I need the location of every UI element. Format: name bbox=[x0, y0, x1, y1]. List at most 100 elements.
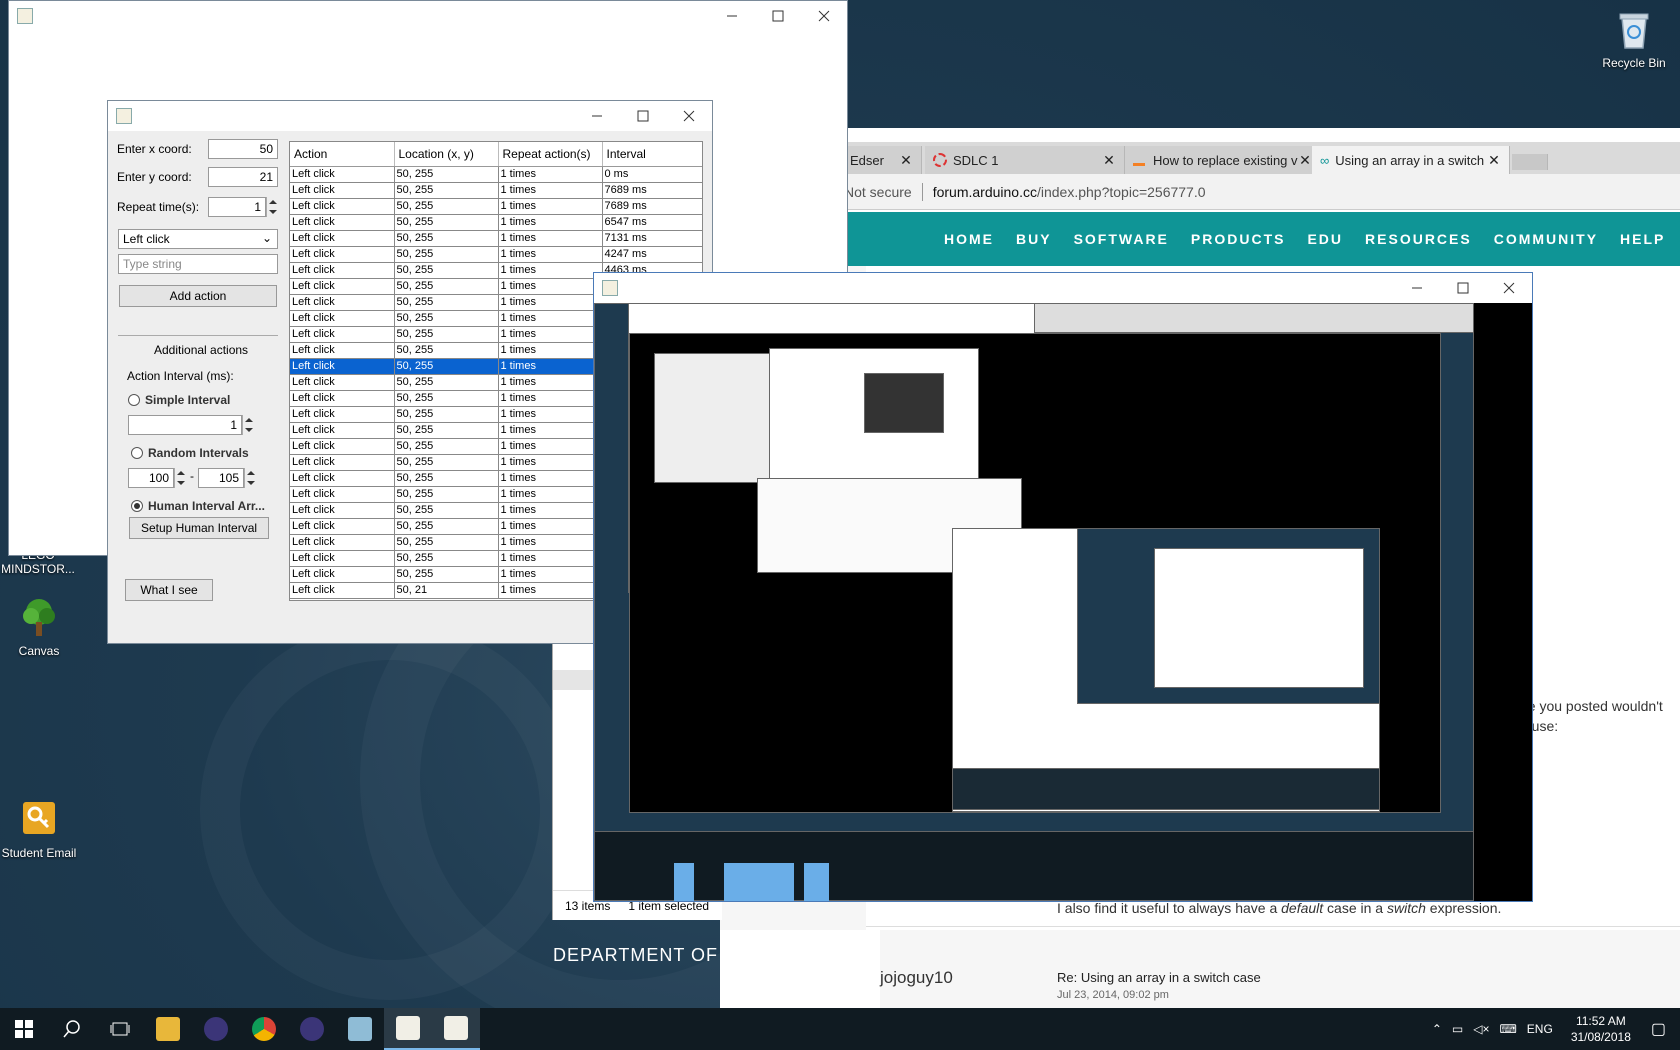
table-cell: Left click bbox=[290, 438, 395, 455]
maximize-button[interactable] bbox=[755, 1, 801, 31]
simple-interval-stepper[interactable] bbox=[242, 415, 254, 435]
table-row[interactable]: Left click 50, 255 1 times 7131 ms bbox=[290, 230, 702, 247]
setup-human-interval-button[interactable]: Setup Human Interval bbox=[129, 517, 269, 539]
reply-subject[interactable]: Re: Using an array in a switch case bbox=[1057, 970, 1261, 985]
taskbar-file-explorer[interactable] bbox=[144, 1008, 192, 1050]
repeat-stepper[interactable] bbox=[266, 197, 278, 217]
explorer-row[interactable] bbox=[553, 670, 593, 690]
column-header[interactable]: Action bbox=[290, 142, 395, 167]
random-max-stepper[interactable] bbox=[244, 468, 256, 488]
column-header[interactable]: Repeat action(s) bbox=[498, 142, 603, 167]
simple-interval-radio[interactable] bbox=[128, 394, 140, 406]
nav-help[interactable]: HELP bbox=[1620, 231, 1665, 247]
system-tray: ⌃ ▭ ◁× ⌨ ENG 11:52 AM 31/08/2018 ▢ bbox=[1432, 1008, 1680, 1050]
table-row[interactable]: Left click 50, 255 1 times 0 ms bbox=[290, 166, 702, 183]
random-intervals-radio[interactable] bbox=[131, 447, 143, 459]
random-min-field[interactable]: 100 bbox=[128, 468, 174, 488]
tab-stackoverflow[interactable]: How to replace existing v ✕ bbox=[1125, 146, 1321, 174]
nav-buy[interactable]: BUY bbox=[1016, 231, 1052, 247]
close-icon[interactable]: ✕ bbox=[1298, 152, 1312, 169]
post-text-a: I also find it useful to always have a bbox=[1057, 900, 1282, 916]
maximize-button[interactable] bbox=[1440, 273, 1486, 303]
table-cell: 50, 255 bbox=[394, 470, 499, 487]
table-cell: 1 times bbox=[498, 310, 603, 327]
tab-edser[interactable]: Edser ✕ bbox=[842, 146, 922, 174]
what-i-see-button[interactable]: What I see bbox=[125, 579, 213, 601]
maximize-button[interactable] bbox=[620, 101, 666, 131]
chevron-up-icon[interactable]: ⌃ bbox=[1432, 1022, 1442, 1036]
action-select[interactable]: Left click ⌄ bbox=[118, 229, 278, 249]
table-row[interactable]: Left click 50, 255 1 times 7689 ms bbox=[290, 198, 702, 215]
volume-icon[interactable]: ◁× bbox=[1473, 1022, 1489, 1036]
recycle-bin-shortcut[interactable]: Recycle Bin bbox=[1595, 8, 1673, 70]
table-cell: Left click bbox=[290, 166, 395, 183]
range-separator: - bbox=[190, 469, 194, 483]
reply-username[interactable]: jojoguy10 bbox=[880, 968, 953, 988]
y-coord-field[interactable]: 21 bbox=[208, 167, 278, 187]
human-interval-radio[interactable] bbox=[131, 500, 143, 512]
minimize-icon bbox=[592, 115, 602, 117]
student-email-shortcut[interactable]: Student Email bbox=[0, 798, 78, 860]
java-icon bbox=[396, 1016, 420, 1040]
nav-edu[interactable]: EDU bbox=[1307, 231, 1343, 247]
nav-home[interactable]: HOME bbox=[944, 231, 994, 247]
search-button[interactable] bbox=[48, 1008, 96, 1050]
new-tab-button[interactable] bbox=[1512, 154, 1548, 170]
close-button[interactable] bbox=[1486, 273, 1532, 303]
table-row[interactable]: Left click 50, 255 1 times 6547 ms bbox=[290, 214, 702, 231]
taskbar-java-2[interactable] bbox=[432, 1008, 480, 1050]
taskbar-java-1[interactable] bbox=[384, 1008, 432, 1050]
nav-resources[interactable]: RESOURCES bbox=[1365, 231, 1472, 247]
notification-icon[interactable]: ▢ bbox=[1651, 1019, 1666, 1039]
table-row[interactable]: Left click 50, 255 1 times 7689 ms bbox=[290, 182, 702, 199]
table-cell: 50, 255 bbox=[394, 198, 499, 215]
close-icon[interactable]: ✕ bbox=[1487, 152, 1501, 169]
taskbar-eclipse-2[interactable] bbox=[288, 1008, 336, 1050]
network-icon[interactable]: ▭ bbox=[1452, 1022, 1463, 1036]
random-min-stepper[interactable] bbox=[174, 468, 186, 488]
x-coord-field[interactable]: 50 bbox=[208, 139, 278, 159]
random-max-field[interactable]: 105 bbox=[198, 468, 244, 488]
canvas-shortcut[interactable]: Canvas bbox=[0, 596, 78, 658]
column-header[interactable]: Interval bbox=[602, 142, 702, 167]
tab-sdlc[interactable]: SDLC 1 ✕ bbox=[925, 146, 1125, 174]
reply-area: jojoguy10 Re: Using an array in a switch… bbox=[720, 930, 1680, 1008]
table-cell: 50, 255 bbox=[394, 502, 499, 519]
taskbar-editor[interactable] bbox=[336, 1008, 384, 1050]
simple-interval-field[interactable]: 1 bbox=[128, 415, 242, 435]
table-cell: Left click bbox=[290, 470, 395, 487]
minimize-button[interactable] bbox=[574, 101, 620, 131]
column-header[interactable]: Location (x, y) bbox=[394, 142, 499, 167]
nav-community[interactable]: COMMUNITY bbox=[1494, 231, 1598, 247]
nav-products[interactable]: PRODUCTS bbox=[1191, 231, 1286, 247]
add-action-button[interactable]: Add action bbox=[119, 285, 277, 307]
minimize-button[interactable] bbox=[1394, 273, 1440, 303]
taskbar-chrome[interactable] bbox=[240, 1008, 288, 1050]
tab-label: Using an array in a switch bbox=[1335, 152, 1485, 168]
keyboard-icon[interactable]: ⌨ bbox=[1499, 1022, 1516, 1036]
close-button[interactable] bbox=[666, 101, 712, 131]
table-cell: Left click bbox=[290, 534, 395, 551]
task-view-button[interactable] bbox=[96, 1008, 144, 1050]
close-icon[interactable]: ✕ bbox=[1102, 152, 1116, 169]
language-indicator[interactable]: ENG bbox=[1527, 1022, 1553, 1036]
table-cell: 7689 ms bbox=[602, 198, 702, 215]
close-icon[interactable]: ✕ bbox=[899, 152, 913, 169]
table-cell: 1 times bbox=[498, 518, 603, 535]
table-cell: 50, 255 bbox=[394, 326, 499, 343]
nav-software[interactable]: SOFTWARE bbox=[1074, 231, 1169, 247]
table-cell: 50, 255 bbox=[394, 230, 499, 247]
table-cell: Left click bbox=[290, 566, 395, 583]
type-string-field[interactable]: Type string bbox=[118, 254, 278, 274]
clock[interactable]: 11:52 AM 31/08/2018 bbox=[1571, 1013, 1631, 1045]
table-row[interactable]: Left click 50, 255 1 times 4247 ms bbox=[290, 246, 702, 263]
close-button[interactable] bbox=[801, 1, 847, 31]
table-cell: 1 times bbox=[498, 486, 603, 503]
tab-arduino[interactable]: ∞ Using an array in a switch ✕ bbox=[1312, 146, 1510, 174]
minimize-button[interactable] bbox=[709, 1, 755, 31]
address-bar[interactable]: Not secure forum.arduino.cc /index.php?t… bbox=[720, 174, 1680, 210]
start-button[interactable] bbox=[0, 1008, 48, 1050]
taskbar-eclipse[interactable] bbox=[192, 1008, 240, 1050]
recycle-bin-icon bbox=[1619, 13, 1649, 49]
repeat-field[interactable]: 1 bbox=[208, 197, 266, 217]
